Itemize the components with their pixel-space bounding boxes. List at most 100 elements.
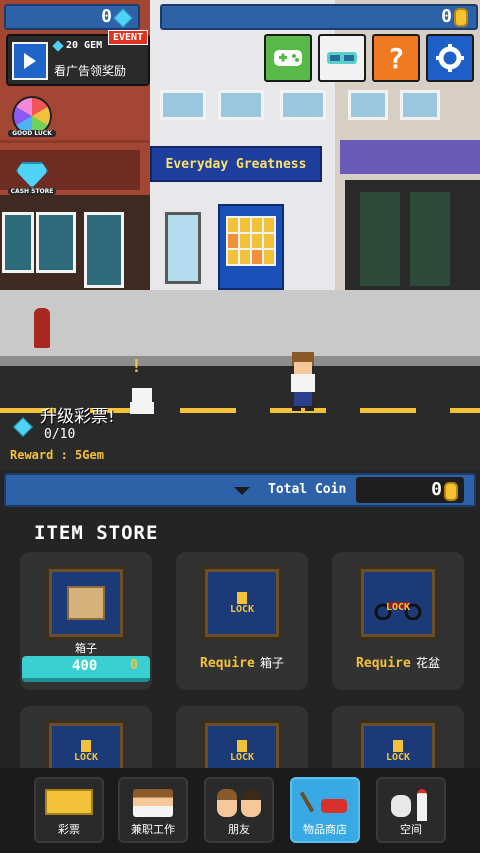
nav-label: 朋友 [228,823,250,836]
require-text: Require 箱子 [176,652,308,671]
lock-label: LOCK [385,751,411,763]
window [348,90,388,120]
vr-goggles-icon [327,52,357,64]
store-item-card-locked[interactable]: LOCK Require 花盆 [332,552,464,690]
fire-hydrant [34,308,50,348]
vending-machine [218,204,284,290]
store-item-card[interactable]: 箱子 400 0 [20,552,152,690]
require-text: Require 花盆 [332,652,464,671]
buy-button[interactable]: 400 0 [22,656,150,682]
shop-window [2,212,34,273]
lock-icon [393,739,403,752]
gem-count: 0 [101,6,112,27]
vr-button[interactable] [318,34,366,82]
lane-marking [450,408,480,413]
window [280,90,326,120]
lottery-progress: 0/10 [44,427,76,442]
item-slot: LOCK [358,566,438,640]
total-coin-bar: Total Coin 0 [4,473,476,507]
sidewalk [0,290,480,360]
shop-sign: Everyday Greatness [150,146,322,182]
coin-count: 0 [441,6,452,27]
total-coin-box: 0 [356,477,464,503]
lottery-gem-icon [13,417,33,438]
awning [340,140,480,174]
lane-marking [360,408,416,413]
shop-window [360,192,400,286]
lottery-title: 升级彩票! [40,407,115,427]
curb [0,356,480,366]
nav-lottery[interactable]: 彩票 [34,777,104,843]
require-item: 花盆 [415,656,440,670]
ad-label: 看广告领奖励 [54,64,127,78]
item-slot [46,566,126,640]
friends-icon [217,789,261,817]
gear-icon [436,44,464,72]
video-play-icon [12,42,48,80]
window [160,90,206,120]
good-luck-button[interactable]: GOOD LUCK [8,96,56,144]
lane-marking [180,408,236,413]
building-door [165,212,201,284]
total-coin-value: 0 [431,479,442,500]
settings-button[interactable] [426,34,474,82]
cash-store-button[interactable]: CASH STORE [8,158,56,202]
shop-window [36,212,76,273]
total-coin-label: Total Coin [268,482,347,497]
price-coin-icon: 0 [130,658,138,673]
lock-label: LOCK [73,751,99,763]
gamepad-button[interactable] [264,34,312,82]
nav-space[interactable]: 空间 [376,777,446,843]
coin-icon [444,482,458,505]
store-items-icon [299,789,349,817]
astronaut-rocket-icon [389,789,433,821]
gem-counter[interactable]: 0 [4,4,140,30]
nav-label: 空间 [400,823,422,836]
require-label: Require [356,656,411,671]
lock-label: LOCK [229,603,255,615]
box-icon [67,586,105,620]
window [400,90,440,120]
store-item-card-locked[interactable]: LOCK Require 箱子 [176,552,308,690]
cash-store-label: CASH STORE [8,188,56,195]
cat-npc[interactable] [128,386,156,416]
nav-friends[interactable]: 朋友 [204,777,274,843]
ad-gem-icon [52,39,64,52]
require-label: Require [200,656,255,671]
exclamation-mark: ! [131,356,142,377]
require-item: 箱子 [259,656,284,670]
coin-icon [454,8,468,31]
lock-label: LOCK [385,601,411,613]
worker-icon [133,789,173,817]
item-name: 箱子 [75,642,97,655]
lock-icon [237,739,247,752]
lock-label: LOCK [229,751,255,763]
ad-gem-amount: 20 GEM [66,40,103,51]
player-character[interactable] [288,352,318,412]
item-slot: LOCK [202,566,282,640]
help-button[interactable]: ? [372,34,420,82]
collapse-arrow-icon[interactable] [234,487,250,495]
good-luck-label: GOOD LUCK [8,130,56,137]
lock-icon [81,739,91,752]
ticket-icon [45,789,93,815]
diamond-icon [16,162,48,188]
shop-sign-text: Everyday Greatness [165,156,307,172]
item-store-title: ITEM STORE [34,522,159,544]
gem-icon [113,8,133,29]
nav-label: 兼职工作 [131,823,175,836]
event-badge: EVENT [108,30,149,45]
lock-icon [237,591,247,604]
nav-label: 物品商店 [303,823,347,836]
shop-window [410,192,450,286]
window [218,90,264,120]
nav-part-time-job[interactable]: 兼职工作 [118,777,188,843]
question-icon: ? [387,41,405,75]
gamepad-icon [274,50,302,66]
nav-item-store[interactable]: 物品商店 [290,777,360,843]
nav-label: 彩票 [58,823,80,836]
coin-counter[interactable]: 0 [160,4,478,30]
shop-door [84,212,124,288]
lottery-reward: Reward : 5Gem [10,448,104,462]
item-price: 400 [72,658,98,674]
